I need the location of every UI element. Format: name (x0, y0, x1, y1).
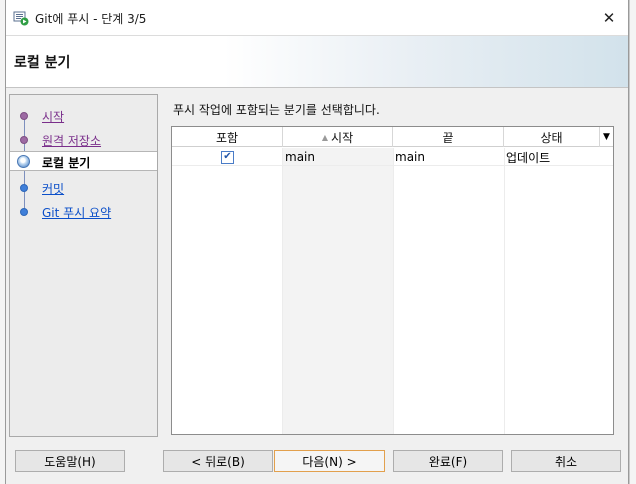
column-divider (393, 148, 394, 434)
back-button[interactable]: < 뒤로(B) (163, 450, 273, 472)
step-git-push-summary[interactable]: Git 푸시 요약 (10, 202, 157, 222)
help-button[interactable]: 도움말(H) (15, 450, 125, 472)
step-local-branches: 로컬 분기 (10, 151, 157, 171)
step-future-dot-icon (20, 208, 28, 216)
table-header: 포함 ▲ 시작 끝 상태 ▼ (172, 127, 613, 147)
title-bar: Git에 푸시 - 단계 3/5 ✕ (6, 0, 628, 36)
git-push-app-icon (13, 10, 29, 26)
step-start[interactable]: 시작 (10, 106, 157, 126)
step-future-dot-icon (20, 184, 28, 192)
column-divider (504, 148, 505, 434)
include-cell: ✔ (172, 148, 283, 166)
step-label[interactable]: Git 푸시 요약 (42, 204, 111, 221)
include-checkbox[interactable]: ✔ (221, 150, 234, 164)
column-menu-dropdown-icon[interactable]: ▼ (599, 127, 613, 147)
column-header-end[interactable]: 끝 (393, 127, 504, 147)
step-visited-dot-icon (20, 112, 28, 120)
column-header-label: 상태 (540, 130, 563, 145)
column-header-start[interactable]: ▲ 시작 (283, 127, 393, 147)
page-heading: 로컬 분기 (14, 55, 71, 71)
step-remote-repository[interactable]: 원격 저장소 (10, 130, 157, 150)
branch-table: 포함 ▲ 시작 끝 상태 ▼ ✔ main main 업데이트 (171, 126, 614, 435)
column-header-label: 끝 (442, 130, 454, 145)
column-header-label: 포함 (215, 130, 239, 145)
column-divider (282, 148, 283, 434)
finish-button[interactable]: 완료(F) (393, 450, 503, 472)
cancel-button[interactable]: 취소 (511, 450, 621, 472)
end-cell: main (395, 150, 425, 164)
sorted-column-shading (283, 148, 393, 434)
wizard-steps-panel: 시작 원격 저장소 로컬 분기 커밋 Git 푸시 요약 (9, 94, 158, 437)
window-title: Git에 푸시 - 단계 3/5 (35, 12, 147, 26)
table-row[interactable]: ✔ main main 업데이트 (172, 148, 613, 166)
step-label[interactable]: 시작 (42, 108, 64, 125)
status-cell: 업데이트 (506, 150, 551, 165)
column-header-include[interactable]: 포함 (172, 127, 283, 147)
step-visited-dot-icon (20, 136, 28, 144)
column-header-status[interactable]: 상태 (504, 127, 599, 147)
next-button[interactable]: 다음(N) > (274, 450, 385, 472)
background-window-edge-right (629, 0, 636, 484)
close-icon[interactable]: ✕ (598, 7, 620, 29)
step-label[interactable]: 원격 저장소 (42, 132, 101, 149)
column-header-label: 시작 (331, 130, 354, 145)
step-current-dot-icon (17, 155, 30, 168)
step-commits[interactable]: 커밋 (10, 178, 157, 198)
start-cell: main (285, 150, 315, 164)
step-label: 로컬 분기 (42, 156, 91, 170)
sort-ascending-icon: ▲ (321, 132, 329, 142)
step-label[interactable]: 커밋 (42, 180, 64, 197)
table-body: ✔ main main 업데이트 (172, 148, 613, 434)
wizard-header-banner: 로컬 분기 (6, 36, 628, 88)
checkmark-icon: ✔ (223, 151, 232, 162)
push-to-git-wizard-dialog: Git에 푸시 - 단계 3/5 ✕ 로컬 분기 시작 원격 저장소 로컬 분기… (5, 0, 629, 484)
instruction-text: 푸시 작업에 포함되는 분기를 선택합니다. (173, 103, 380, 117)
